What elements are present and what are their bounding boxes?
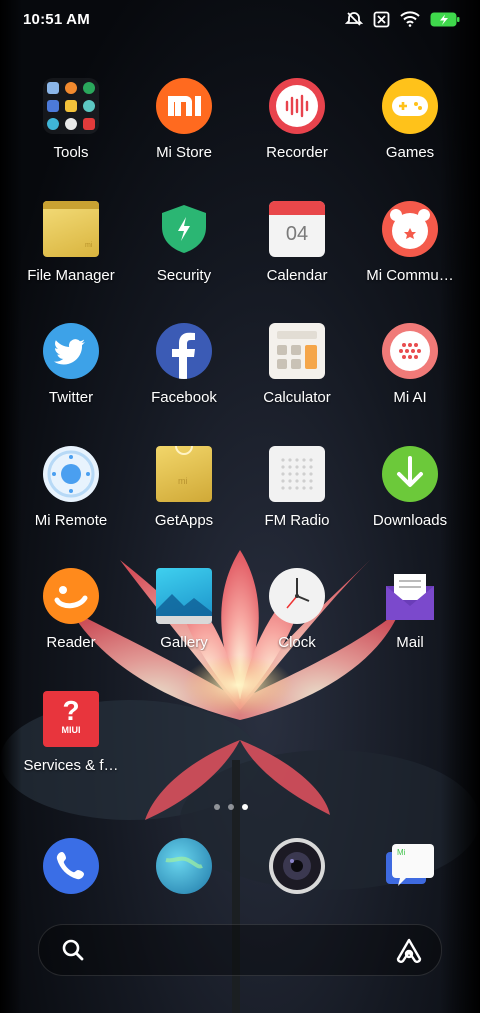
twitter-icon (43, 323, 99, 379)
app-label: Facebook (151, 389, 217, 406)
phone-icon (43, 838, 99, 894)
page-dot (214, 804, 220, 810)
browser-icon (156, 838, 212, 894)
app-twitter[interactable]: Twitter (15, 323, 127, 406)
facebook-icon (156, 323, 212, 379)
app-label: Mi Store (156, 144, 212, 161)
app-label: Calculator (263, 389, 331, 406)
app-label: Services & f… (23, 757, 119, 774)
calendar-icon: 04 (269, 201, 325, 257)
clock-icon (269, 568, 325, 624)
downloads-icon (382, 446, 438, 502)
assistant-icon[interactable] (395, 937, 423, 968)
app-facebook[interactable]: Facebook (128, 323, 240, 406)
dock-browser[interactable] (128, 838, 240, 894)
app-label: Mail (396, 634, 424, 651)
dock-phone[interactable] (15, 838, 127, 894)
app-mi-community[interactable]: Mi Commu… (354, 201, 466, 284)
app-file-manager[interactable]: mi File Manager (15, 201, 127, 284)
page-dot-active (242, 804, 248, 810)
app-tools[interactable]: Tools (15, 78, 127, 161)
battery-charging-icon (430, 12, 460, 32)
app-label: Clock (278, 634, 316, 651)
mi-community-icon (382, 201, 438, 257)
mi-ai-icon (382, 323, 438, 379)
tools-folder-icon (43, 78, 99, 134)
getapps-icon: mi (156, 446, 212, 502)
recorder-icon (269, 78, 325, 134)
app-label: File Manager (27, 267, 115, 284)
calculator-icon (269, 323, 325, 379)
app-calendar[interactable]: 04 Calendar (241, 201, 353, 284)
page-indicator[interactable] (214, 804, 248, 810)
app-label: Security (156, 267, 212, 284)
app-downloads[interactable]: Downloads (354, 446, 466, 529)
miui-badge: MIUI (61, 725, 81, 735)
svg-text:mi: mi (178, 476, 188, 486)
app-gallery[interactable]: Gallery (128, 568, 240, 651)
status-time: 10:51 AM (23, 11, 90, 28)
app-label: Games (385, 144, 435, 161)
alarm-off-icon (344, 10, 364, 33)
app-games[interactable]: Games (354, 78, 466, 161)
app-calculator[interactable]: Calculator (241, 323, 353, 406)
reader-icon (43, 568, 99, 624)
app-label: GetApps (154, 512, 214, 529)
app-label: Downloads (372, 512, 448, 529)
mail-icon (382, 568, 438, 624)
messaging-icon: Mi (382, 838, 438, 894)
search-bar[interactable] (38, 924, 442, 976)
app-mi-remote[interactable]: Mi Remote (15, 446, 127, 529)
app-mail[interactable]: Mail (354, 568, 466, 651)
app-label: Calendar (266, 267, 328, 284)
dock-messaging[interactable]: Mi (354, 838, 466, 894)
mi-remote-icon (43, 446, 99, 502)
dock-camera[interactable] (241, 838, 353, 894)
calendar-day: 04 (285, 223, 309, 245)
gallery-icon (156, 568, 212, 624)
app-label: Mi Commu… (366, 267, 454, 284)
mi-store-icon (156, 78, 212, 134)
app-security[interactable]: Security (128, 201, 240, 284)
services-feedback-icon: ? MIUI (43, 691, 99, 747)
app-mi-store[interactable]: Mi Store (128, 78, 240, 161)
app-label: Reader (46, 634, 96, 651)
app-clock[interactable]: Clock (241, 568, 353, 651)
file-manager-icon: mi (43, 201, 99, 257)
no-sim-icon (373, 11, 390, 33)
search-icon[interactable] (61, 938, 85, 967)
app-mi-ai[interactable]: Mi AI (354, 323, 466, 406)
app-getapps[interactable]: mi GetApps (128, 446, 240, 529)
wifi-icon (400, 11, 420, 32)
security-shield-icon (156, 201, 212, 257)
games-icon (382, 78, 438, 134)
status-icons (344, 10, 460, 33)
dock: Mi (0, 838, 480, 898)
app-label: Mi Remote (34, 512, 108, 529)
status-bar: 10:51 AM (0, 0, 480, 40)
app-label: Tools (53, 144, 89, 161)
app-services-feedback[interactable]: ? MIUI Services & f… (15, 691, 127, 774)
app-reader[interactable]: Reader (15, 568, 127, 651)
page-dot (228, 804, 234, 810)
app-label: FM Radio (264, 512, 330, 529)
app-label: Twitter (48, 389, 94, 406)
app-label: Mi AI (393, 389, 427, 406)
fm-radio-icon (269, 446, 325, 502)
app-label: Recorder (266, 144, 328, 161)
app-fm-radio[interactable]: FM Radio (241, 446, 353, 529)
app-label: Gallery (160, 634, 208, 651)
svg-text:Mi: Mi (397, 848, 406, 857)
app-recorder[interactable]: Recorder (241, 78, 353, 161)
camera-icon (269, 838, 325, 894)
svg-text:mi: mi (85, 242, 93, 249)
